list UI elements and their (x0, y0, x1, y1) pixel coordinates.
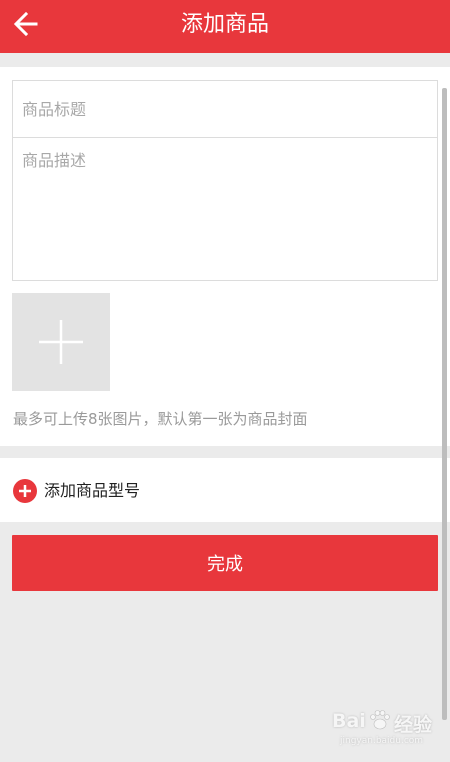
scrollbar[interactable] (442, 88, 447, 720)
add-model-label: 添加商品型号 (44, 481, 141, 500)
done-button[interactable]: 完成 (12, 535, 438, 591)
watermark-url: jingyan.baidu.com (340, 736, 424, 746)
add-model-row[interactable]: 添加商品型号 (0, 458, 450, 522)
paw-icon (370, 710, 390, 730)
plus-circle-icon (13, 479, 37, 503)
watermark-text-2: 经验 (394, 714, 433, 736)
header-bar: 添加商品 (0, 0, 450, 53)
upload-hint-text: 最多可上传8张图片，默认第一张为商品封面 (13, 410, 308, 428)
plus-icon (39, 320, 83, 364)
product-description-input[interactable] (12, 137, 438, 281)
product-form-card: 最多可上传8张图片，默认第一张为商品封面 (0, 67, 450, 446)
baidu-watermark: Bai 经验 jingyan.baidu.com (332, 706, 446, 752)
watermark-text: Bai (332, 710, 366, 732)
page-title: 添加商品 (180, 12, 269, 37)
product-title-input[interactable] (12, 80, 438, 137)
add-image-button[interactable] (12, 293, 110, 391)
